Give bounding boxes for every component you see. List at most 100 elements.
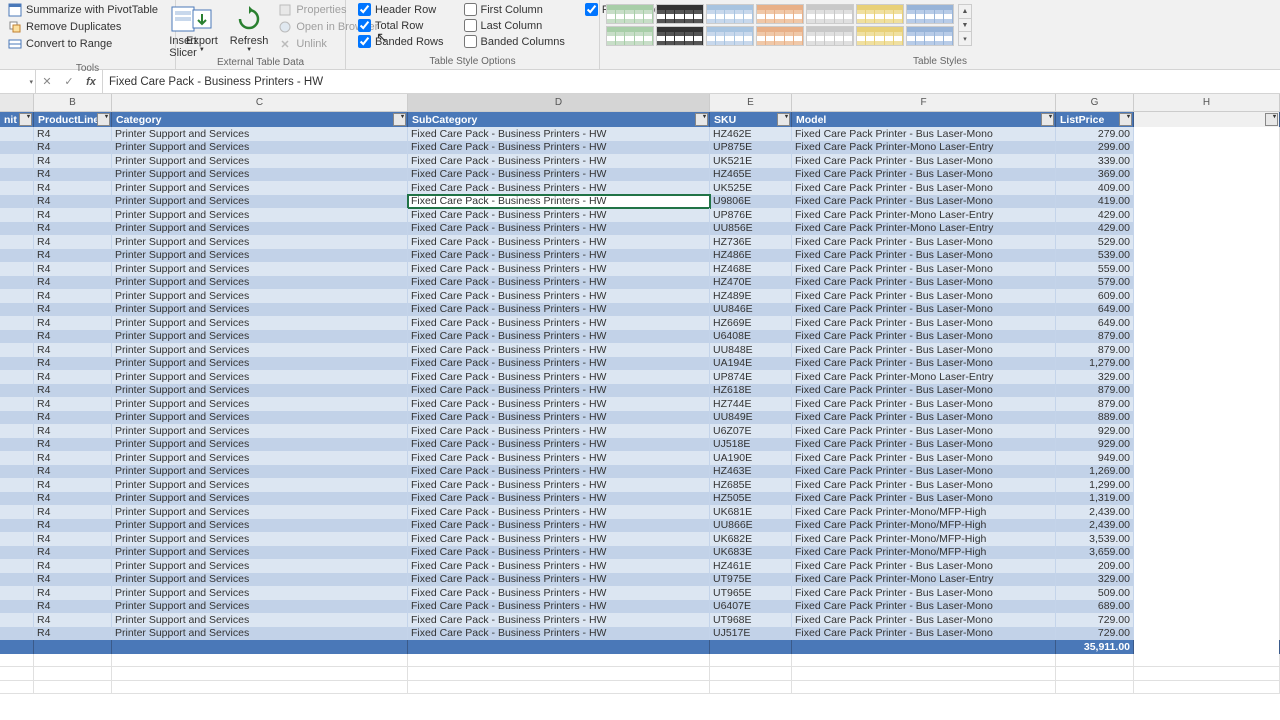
data-cell[interactable]: Printer Support and Services [112,586,408,600]
data-cell[interactable] [0,627,34,641]
data-cell[interactable]: R4 [34,397,112,411]
data-cell[interactable]: Fixed Care Pack - Business Printers - HW [408,492,710,506]
data-cell[interactable]: UP875E [710,141,792,155]
data-cell[interactable]: R4 [34,127,112,141]
data-cell[interactable]: Fixed Care Pack Printer-Mono/MFP-High [792,532,1056,546]
data-cell[interactable]: R4 [34,627,112,641]
data-cell[interactable]: Fixed Care Pack Printer - Bus Laser-Mono [792,249,1056,263]
empty-cell[interactable] [0,681,34,695]
data-cell[interactable]: Fixed Care Pack Printer - Bus Laser-Mono [792,465,1056,479]
data-cell[interactable]: 1,279.00 [1056,357,1134,371]
data-cell[interactable]: Fixed Care Pack Printer - Bus Laser-Mono [792,289,1056,303]
remove-duplicates-button[interactable]: Remove Duplicates [4,19,162,35]
data-cell[interactable]: UU856E [710,222,792,236]
data-cell[interactable]: Printer Support and Services [112,600,408,614]
data-cell[interactable]: Fixed Care Pack - Business Printers - HW [408,478,710,492]
data-cell[interactable]: 1,319.00 [1056,492,1134,506]
select-all-corner[interactable] [0,94,34,111]
data-cell[interactable]: 369.00 [1056,168,1134,182]
data-cell[interactable]: Printer Support and Services [112,573,408,587]
data-cell[interactable]: 929.00 [1056,424,1134,438]
data-cell[interactable]: R4 [34,222,112,236]
data-cell[interactable]: 879.00 [1056,384,1134,398]
data-cell[interactable] [0,613,34,627]
data-cell[interactable]: Printer Support and Services [112,546,408,560]
data-cell[interactable]: Fixed Care Pack - Business Printers - HW [408,235,710,249]
data-cell[interactable]: Fixed Care Pack Printer - Bus Laser-Mono [792,397,1056,411]
data-cell[interactable] [0,141,34,155]
data-cell[interactable]: 3,659.00 [1056,546,1134,560]
data-cell[interactable]: U6Z07E [710,424,792,438]
data-cell[interactable]: Printer Support and Services [112,532,408,546]
data-cell[interactable]: R4 [34,154,112,168]
data-cell[interactable]: R4 [34,600,112,614]
data-cell[interactable] [0,505,34,519]
col-header[interactable]: G [1056,94,1134,111]
data-cell[interactable]: U9806E [710,195,792,209]
data-cell[interactable]: Printer Support and Services [112,384,408,398]
data-cell[interactable]: HZ461E [710,559,792,573]
data-cell[interactable]: UA194E [710,357,792,371]
data-cell[interactable] [0,586,34,600]
fx-button[interactable]: fx [80,70,102,93]
data-cell[interactable]: R4 [34,303,112,317]
data-cell[interactable] [0,546,34,560]
data-cell[interactable]: Fixed Care Pack - Business Printers - HW [408,384,710,398]
empty-cell[interactable] [34,654,112,668]
data-cell[interactable]: HZ468E [710,262,792,276]
data-cell[interactable]: Printer Support and Services [112,411,408,425]
data-cell[interactable]: 329.00 [1056,370,1134,384]
data-cell[interactable]: R4 [34,289,112,303]
empty-cell[interactable] [408,667,710,681]
data-cell[interactable]: R4 [34,519,112,533]
enter-formula-button[interactable]: ✓ [58,70,80,93]
data-cell[interactable]: Fixed Care Pack - Business Printers - HW [408,586,710,600]
data-cell[interactable]: R4 [34,411,112,425]
data-cell[interactable]: Printer Support and Services [112,127,408,141]
data-cell[interactable]: Fixed Care Pack Printer-Mono/MFP-High [792,546,1056,560]
data-cell[interactable]: R4 [34,438,112,452]
data-cell[interactable]: Fixed Care Pack Printer - Bus Laser-Mono [792,451,1056,465]
data-cell[interactable]: Fixed Care Pack Printer - Bus Laser-Mono [792,276,1056,290]
formula-input[interactable]: Fixed Care Pack - Business Printers - HW [103,76,1280,88]
data-cell[interactable]: Fixed Care Pack Printer - Bus Laser-Mono [792,127,1056,141]
data-cell[interactable]: 429.00 [1056,208,1134,222]
data-cell[interactable]: R4 [34,465,112,479]
data-cell[interactable]: Fixed Care Pack - Business Printers - HW [408,181,710,195]
table-style-swatch[interactable] [856,26,904,46]
data-cell[interactable]: HZ736E [710,235,792,249]
col-header-cell[interactable]: nit [0,112,34,127]
col-header-cell[interactable]: SubCategory [408,112,710,127]
data-cell[interactable] [0,276,34,290]
data-cell[interactable]: UJ518E [710,438,792,452]
data-cell[interactable]: UK525E [710,181,792,195]
data-cell[interactable]: Printer Support and Services [112,303,408,317]
data-cell[interactable]: UK681E [710,505,792,519]
data-cell[interactable]: 539.00 [1056,249,1134,263]
data-cell[interactable]: Fixed Care Pack - Business Printers - HW [408,465,710,479]
data-cell[interactable]: R4 [34,613,112,627]
data-cell[interactable]: Fixed Care Pack Printer - Bus Laser-Mono [792,181,1056,195]
data-cell[interactable]: 2,439.00 [1056,519,1134,533]
data-cell[interactable]: UU848E [710,343,792,357]
data-cell[interactable]: UJ517E [710,627,792,641]
data-cell[interactable]: U6407E [710,600,792,614]
data-cell[interactable] [0,262,34,276]
data-cell[interactable]: Fixed Care Pack Printer-Mono Laser-Entry [792,370,1056,384]
data-cell[interactable]: R4 [34,141,112,155]
data-cell[interactable] [0,154,34,168]
data-cell[interactable]: Fixed Care Pack Printer - Bus Laser-Mono [792,478,1056,492]
data-cell[interactable]: UP874E [710,370,792,384]
data-cell[interactable]: 299.00 [1056,141,1134,155]
data-cell[interactable]: Printer Support and Services [112,316,408,330]
data-cell[interactable]: HZ486E [710,249,792,263]
data-cell[interactable]: 729.00 [1056,613,1134,627]
data-cell[interactable]: Fixed Care Pack - Business Printers - HW [408,438,710,452]
data-cell[interactable]: R4 [34,532,112,546]
empty-cell[interactable] [1056,654,1134,668]
data-cell[interactable]: 929.00 [1056,438,1134,452]
col-header-cell[interactable]: Model [792,112,1056,127]
data-cell[interactable]: R4 [34,546,112,560]
data-cell[interactable]: Fixed Care Pack - Business Printers - HW [408,127,710,141]
data-cell[interactable]: Printer Support and Services [112,465,408,479]
